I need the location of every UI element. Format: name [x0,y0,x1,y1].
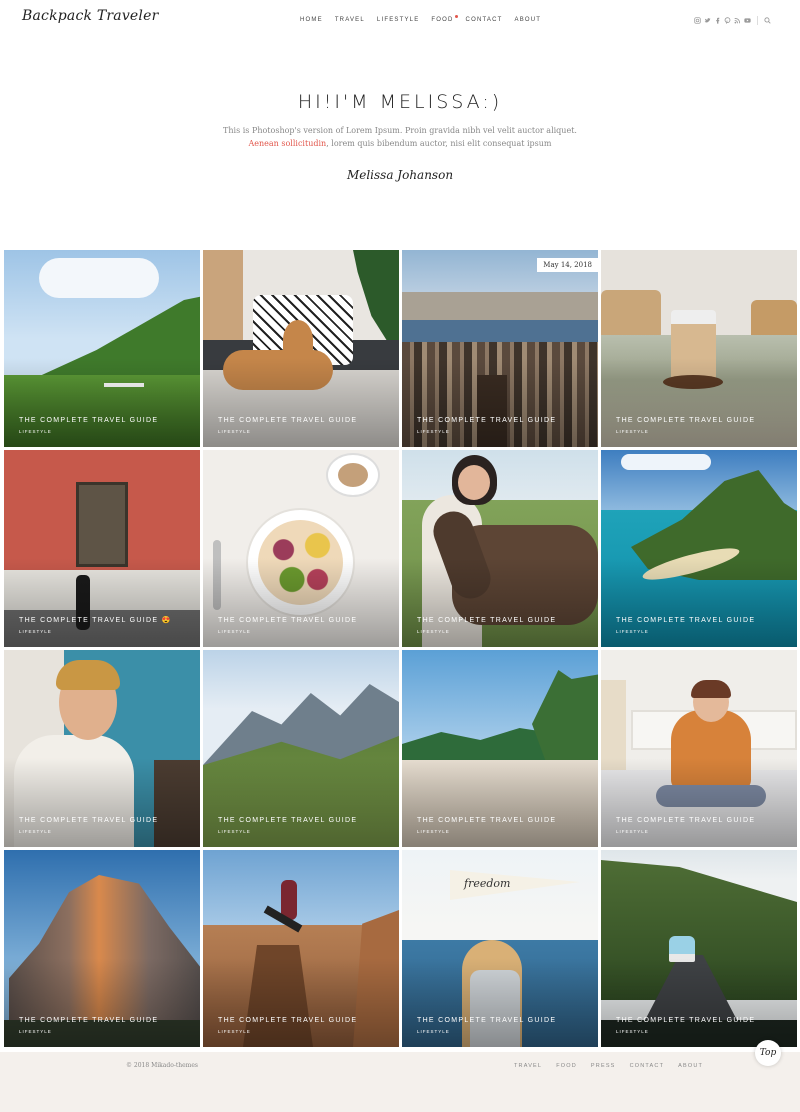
nav-food-label: FOOD [431,17,454,23]
post-grid: THE COMPLETE TRAVEL GUIDE LIFESTYLE THE … [4,250,797,1048]
post-category[interactable]: LIFESTYLE [616,629,649,634]
post-category[interactable]: LIFESTYLE [19,429,52,434]
twitter-icon[interactable] [704,17,711,24]
signature: Melissa Johanson [346,168,454,182]
post-category[interactable]: LIFESTYLE [417,1029,450,1034]
footer-nav-food[interactable]: FOOD [556,1063,577,1069]
post-title[interactable]: THE COMPLETE TRAVEL GUIDE [19,817,158,824]
post-category[interactable]: LIFESTYLE [19,629,52,634]
intro-text: This is Photoshop's version of Lorem Ips… [0,124,800,150]
new-indicator-dot [454,15,458,18]
nav-contact[interactable]: CONTACT [466,17,503,23]
post-title[interactable]: THE COMPLETE TRAVEL GUIDE [218,817,357,824]
search-icon[interactable] [764,17,771,24]
post-title[interactable]: THE COMPLETE TRAVEL GUIDE [218,417,357,424]
post-category[interactable]: LIFESTYLE [616,429,649,434]
intro-link[interactable]: Aenean sollicitudin [248,139,326,148]
post-category[interactable]: LIFESTYLE [218,629,251,634]
post-card[interactable]: THE COMPLETE TRAVEL GUIDE LIFESTYLE [4,650,200,847]
post-title[interactable]: THE COMPLETE TRAVEL GUIDE [616,417,755,424]
post-card[interactable]: THE COMPLETE TRAVEL GUIDE LIFESTYLE [601,650,797,847]
post-title[interactable]: THE COMPLETE TRAVEL GUIDE [616,617,755,624]
post-card[interactable]: THE COMPLETE TRAVEL GUIDE LIFESTYLE [4,250,200,447]
intro-line-1: This is Photoshop's version of Lorem Ips… [223,126,577,135]
post-category[interactable]: LIFESTYLE [218,1029,251,1034]
site-header: Backpack Traveler HOME TRAVEL LIFESTYLE … [0,0,800,44]
post-title[interactable]: THE COMPLETE TRAVEL GUIDE [417,417,556,424]
post-category[interactable]: LIFESTYLE [417,629,450,634]
footer-nav-contact[interactable]: CONTACT [630,1063,665,1069]
date-badge: May 14, 2018 [537,258,598,272]
post-category[interactable]: LIFESTYLE [417,829,450,834]
post-card[interactable]: THE COMPLETE TRAVEL GUIDE LIFESTYLE [402,450,598,647]
post-title[interactable]: THE COMPLETE TRAVEL GUIDE 😍 [19,616,172,624]
divider [757,16,758,25]
post-title[interactable]: THE COMPLETE TRAVEL GUIDE [218,1017,357,1024]
post-title[interactable]: THE COMPLETE TRAVEL GUIDE [19,417,158,424]
post-card[interactable]: THE COMPLETE TRAVEL GUIDE LIFESTYLE [402,650,598,847]
post-card[interactable]: THE COMPLETE TRAVEL GUIDE LIFESTYLE [601,850,797,1047]
footer-nav: TRAVEL FOOD PRESS CONTACT ABOUT [514,1063,717,1069]
footer-nav-about[interactable]: ABOUT [678,1063,703,1069]
post-title[interactable]: THE COMPLETE TRAVEL GUIDE [417,1017,556,1024]
post-card[interactable]: THE COMPLETE TRAVEL GUIDE LIFESTYLE [203,450,399,647]
intro-line-2: Aenean sollicitudin, lorem quis bibendum… [0,137,800,150]
post-category[interactable]: LIFESTYLE [218,829,251,834]
back-to-top-button[interactable]: Top [755,1040,781,1066]
main-nav: HOME TRAVEL LIFESTYLE FOOD CONTACT ABOUT [300,15,553,23]
post-card[interactable]: THE COMPLETE TRAVEL GUIDE LIFESTYLE [601,250,797,447]
post-category[interactable]: LIFESTYLE [19,829,52,834]
post-category[interactable]: LIFESTYLE [417,429,450,434]
post-category[interactable]: LIFESTYLE [19,1029,52,1034]
post-title[interactable]: THE COMPLETE TRAVEL GUIDE [19,1017,158,1024]
instagram-icon[interactable] [694,17,701,24]
intro-line-2-text: , lorem quis bibendum auctor, nisi elit … [326,139,552,148]
post-card[interactable]: May 14, 2018 THE COMPLETE TRAVEL GUIDE L… [402,250,598,447]
intro-title: HI!I'M MELISSA:) [297,91,503,113]
post-title[interactable]: THE COMPLETE TRAVEL GUIDE [616,1017,755,1024]
facebook-icon[interactable] [714,17,721,24]
rss-icon[interactable] [734,17,741,24]
social-links [694,16,771,25]
post-title[interactable]: THE COMPLETE TRAVEL GUIDE [417,617,556,624]
footer-nav-press[interactable]: PRESS [591,1063,616,1069]
post-card[interactable]: THE COMPLETE TRAVEL GUIDE LIFESTYLE [601,450,797,647]
post-card[interactable]: THE COMPLETE TRAVEL GUIDE LIFESTYLE [203,650,399,847]
post-title[interactable]: THE COMPLETE TRAVEL GUIDE [616,817,755,824]
flag-text: freedom [464,877,511,890]
post-category[interactable]: LIFESTYLE [616,829,649,834]
site-footer: © 2018 Mikado-themes TRAVEL FOOD PRESS C… [0,1052,800,1112]
post-category[interactable]: LIFESTYLE [616,1029,649,1034]
nav-lifestyle[interactable]: LIFESTYLE [377,17,419,23]
post-card[interactable]: THE COMPLETE TRAVEL GUIDE 😍 LIFESTYLE [4,450,200,647]
post-title[interactable]: THE COMPLETE TRAVEL GUIDE [218,617,357,624]
post-title[interactable]: THE COMPLETE TRAVEL GUIDE [417,817,556,824]
post-card[interactable]: THE COMPLETE TRAVEL GUIDE LIFESTYLE [4,850,200,1047]
nav-travel[interactable]: TRAVEL [335,17,365,23]
post-category[interactable]: LIFESTYLE [218,429,251,434]
nav-food[interactable]: FOOD [431,15,458,23]
nav-home[interactable]: HOME [300,17,323,23]
site-logo[interactable]: Backpack Traveler [22,8,158,24]
pinterest-icon[interactable] [724,17,731,24]
copyright-text: © 2018 Mikado-themes [126,1062,198,1069]
footer-nav-travel[interactable]: TRAVEL [514,1063,542,1069]
post-card[interactable]: THE COMPLETE TRAVEL GUIDE LIFESTYLE [203,850,399,1047]
nav-about[interactable]: ABOUT [515,17,542,23]
youtube-icon[interactable] [744,17,751,24]
post-card[interactable]: THE COMPLETE TRAVEL GUIDE LIFESTYLE [203,250,399,447]
post-card[interactable]: freedom THE COMPLETE TRAVEL GUIDE LIFEST… [402,850,598,1047]
